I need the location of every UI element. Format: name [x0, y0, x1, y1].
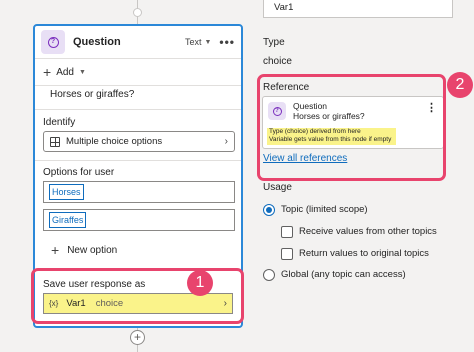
reference-subtitle: Horses or giraffes? — [293, 111, 365, 121]
add-button-label: Add — [56, 66, 74, 78]
callout-badge-1: 1 — [187, 270, 213, 296]
node-header: ? Question Text ▼ ••• — [35, 26, 241, 58]
variable-name-field[interactable]: Var1 — [263, 0, 453, 18]
usage-label: Usage — [263, 182, 292, 193]
chevron-right-icon: › — [224, 136, 228, 147]
identify-label: Identify — [43, 117, 76, 128]
variable-icon: {x} — [49, 299, 59, 308]
identify-divider — [35, 160, 241, 161]
variable-name: Var1 — [66, 298, 86, 309]
chevron-right-icon: › — [223, 298, 227, 309]
toolbar-divider — [35, 85, 241, 86]
topic-scope-label: Topic (limited scope) — [281, 204, 368, 215]
reference-title: Question — [293, 101, 328, 111]
callout-badge-2: 2 — [447, 72, 473, 98]
type-value: choice — [263, 56, 292, 67]
add-button[interactable]: + Add ▼ — [43, 62, 86, 82]
add-node-plus-icon[interactable]: + — [130, 330, 145, 345]
type-dropdown-label: Text — [184, 37, 202, 47]
options-label: Options for user — [43, 167, 115, 178]
connector-dot — [133, 8, 142, 17]
plus-icon: + — [51, 242, 60, 258]
reference-note-line: Type (choice) derived from here — [269, 128, 361, 135]
type-label: Type — [263, 37, 285, 48]
receive-values-checkbox[interactable] — [281, 226, 293, 238]
reference-card[interactable]: ? Question Horses or giraffes? ⋮ Type (c… — [262, 96, 444, 149]
new-option-label: New option — [67, 244, 118, 256]
message-divider — [35, 109, 241, 110]
global-scope-radio[interactable] — [263, 269, 275, 281]
return-values-checkbox[interactable] — [281, 248, 293, 260]
chevron-down-icon: ▼ — [78, 68, 86, 76]
view-all-references-link[interactable]: View all references — [263, 153, 347, 164]
grid-icon — [50, 136, 60, 147]
node-title: Question — [73, 36, 121, 48]
receive-values-label: Receive values from other topics — [299, 226, 437, 237]
save-response-label: Save user response as — [43, 279, 146, 290]
reference-note-line: Variable gets value from this node if em… — [269, 136, 392, 143]
option-chip[interactable]: Giraffes — [49, 212, 87, 228]
new-option-button[interactable]: + New option — [51, 242, 117, 258]
option-chip[interactable]: Horses — [49, 184, 84, 200]
type-dropdown[interactable]: Text ▼ — [185, 37, 211, 47]
save-variable-field[interactable]: {x} Var1 choice › — [43, 293, 233, 314]
topic-scope-radio[interactable] — [263, 204, 275, 216]
chevron-down-icon: ▼ — [204, 38, 212, 46]
question-bubble-icon: ? — [268, 102, 286, 120]
variable-type: choice — [95, 298, 124, 309]
more-options-icon[interactable]: ⋮ — [426, 101, 437, 114]
option-row[interactable]: Giraffes — [43, 209, 235, 231]
identify-select[interactable]: Multiple choice options › — [43, 131, 235, 152]
question-message[interactable]: Horses or giraffes? — [50, 89, 134, 100]
global-scope-label: Global (any topic can access) — [281, 269, 406, 280]
return-values-label: Return values to original topics — [299, 248, 429, 259]
identify-value: Multiple choice options — [66, 136, 163, 147]
reference-label: Reference — [263, 82, 310, 93]
header-divider — [35, 58, 241, 59]
reference-note: Type (choice) derived from here Variable… — [267, 128, 396, 145]
properties-panel: Var1 Type choice Reference ? Question Ho… — [255, 0, 474, 352]
more-options-icon[interactable]: ••• — [219, 35, 235, 49]
option-row[interactable]: Horses — [43, 181, 235, 203]
plus-icon: + — [43, 64, 52, 80]
question-bubble-icon: ? — [41, 30, 65, 54]
